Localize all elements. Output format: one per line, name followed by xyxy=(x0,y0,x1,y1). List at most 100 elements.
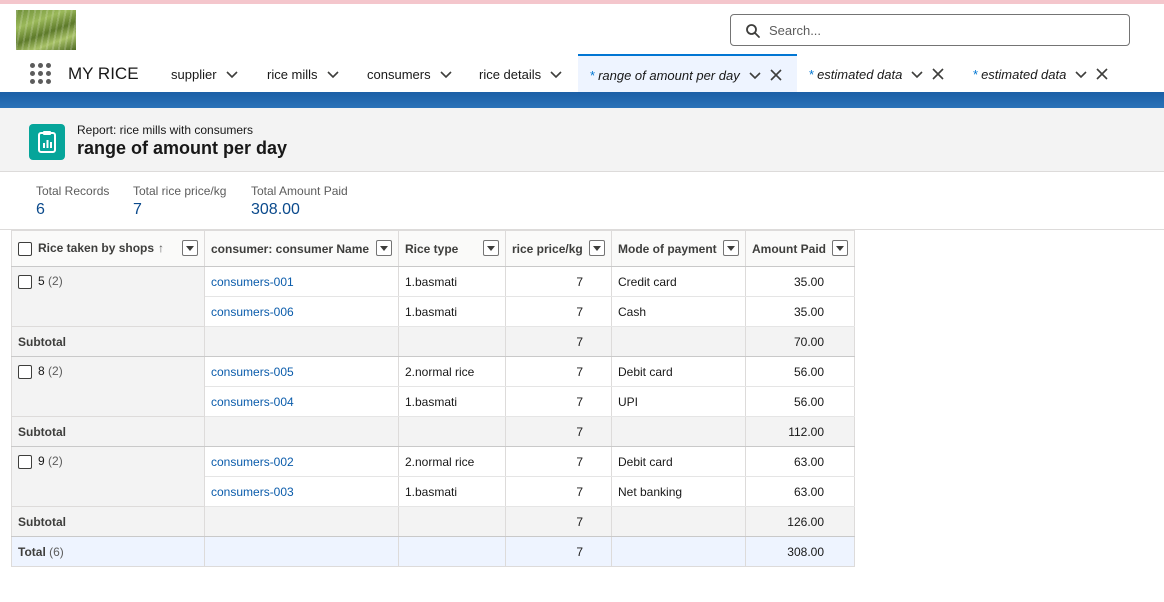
consumer-link[interactable]: consumers-004 xyxy=(211,395,294,409)
chevron-down-icon[interactable] xyxy=(225,67,239,81)
app-launcher-icon[interactable] xyxy=(30,63,52,85)
consumer-link[interactable]: consumers-002 xyxy=(211,455,294,469)
column-menu-button[interactable] xyxy=(832,240,848,256)
price-cell: 7 xyxy=(505,296,612,327)
payment-cell: Debit card xyxy=(611,446,746,477)
global-search[interactable]: Search... xyxy=(730,14,1130,46)
report-icon xyxy=(29,124,65,160)
amount-cell: 35.00 xyxy=(745,296,855,327)
column-menu-button[interactable] xyxy=(483,240,499,256)
column-label: Mode of payment xyxy=(618,241,717,256)
summary-label: Total Records xyxy=(36,184,110,198)
unsaved-marker: * xyxy=(809,66,815,82)
subtotal-price: 7 xyxy=(505,506,612,537)
column-header-rice-price[interactable]: rice price/kg xyxy=(505,230,612,267)
sort-ascending-icon[interactable]: ↑ xyxy=(158,241,164,255)
top-accent-line xyxy=(0,0,1164,4)
nav-tab-label: consumers xyxy=(367,66,431,82)
chevron-down-icon[interactable] xyxy=(910,67,924,81)
unsaved-marker: * xyxy=(973,66,979,82)
group-cell: 9 (2) xyxy=(11,446,205,507)
subtotal-row: Subtotal 7 70.00 xyxy=(11,326,855,357)
nav-tab-rice-details[interactable]: rice details xyxy=(479,54,563,94)
consumer-link[interactable]: consumers-003 xyxy=(211,485,294,499)
column-label: Amount Paid xyxy=(752,241,826,256)
chevron-down-icon[interactable] xyxy=(1074,67,1088,81)
rice-type-cell: 2.normal rice xyxy=(398,356,506,387)
subtotal-row: Subtotal 7 126.00 xyxy=(11,506,855,537)
price-cell: 7 xyxy=(505,386,612,417)
summary-value: 308.00 xyxy=(251,201,300,218)
column-label: Rice taken by shops xyxy=(38,241,155,256)
subtotal-amount: 112.00 xyxy=(745,416,855,447)
column-menu-button[interactable] xyxy=(182,240,198,256)
nav-tab-label: supplier xyxy=(171,66,217,82)
column-header-consumer-name[interactable]: consumer: consumer Name xyxy=(204,230,399,267)
nav-tab-supplier[interactable]: supplier xyxy=(171,54,239,94)
column-menu-button[interactable] xyxy=(589,240,605,256)
subtotal-label: Subtotal xyxy=(11,326,205,357)
nav-tab-label: range of amount per day xyxy=(598,67,740,83)
total-cell: Total (6) xyxy=(11,536,205,567)
amount-cell: 63.00 xyxy=(745,476,855,507)
chevron-down-icon[interactable] xyxy=(748,68,762,82)
table-header-row: Rice taken by shops ↑ consumer: consumer … xyxy=(11,230,855,267)
group-value: 9 xyxy=(38,454,45,468)
report-header: Report: rice mills with consumers range … xyxy=(0,108,1164,172)
subtotal-row: Subtotal 7 112.00 xyxy=(11,416,855,447)
nav-tab-label: rice mills xyxy=(267,66,318,82)
price-cell: 7 xyxy=(505,446,612,477)
group-count: (2) xyxy=(48,364,63,378)
payment-cell: Debit card xyxy=(611,356,746,387)
group-cell: 8 (2) xyxy=(11,356,205,417)
group-value: 5 xyxy=(38,274,45,288)
consumer-link[interactable]: consumers-006 xyxy=(211,305,294,319)
chevron-down-icon[interactable] xyxy=(326,67,340,81)
group-checkbox[interactable] xyxy=(18,454,32,469)
column-menu-button[interactable] xyxy=(723,240,739,256)
chevron-down-icon[interactable] xyxy=(549,67,563,81)
group-count: (2) xyxy=(48,274,63,288)
column-header-amount-paid[interactable]: Amount Paid xyxy=(745,230,855,267)
chevron-down-icon[interactable] xyxy=(439,67,453,81)
consumer-link[interactable]: consumers-005 xyxy=(211,365,294,379)
column-menu-button[interactable] xyxy=(376,240,392,256)
column-label: Rice type xyxy=(405,241,459,256)
report-subtitle: Report: rice mills with consumers xyxy=(77,123,254,137)
column-header-mode-of-payment[interactable]: Mode of payment xyxy=(611,230,746,267)
close-icon[interactable] xyxy=(932,68,944,80)
payment-cell: Net banking xyxy=(611,476,746,507)
nav-tab-consumers[interactable]: consumers xyxy=(367,54,453,94)
group-checkbox[interactable] xyxy=(18,364,32,379)
nav-tab-rice-mills[interactable]: rice mills xyxy=(267,54,340,94)
group-value: 8 xyxy=(38,364,45,378)
rice-type-cell: 1.basmati xyxy=(398,296,506,327)
select-all-checkbox[interactable] xyxy=(18,241,32,256)
subtotal-label: Subtotal xyxy=(11,416,205,447)
summary-label: Total Amount Paid xyxy=(251,184,348,198)
nav-tab-label: estimated data xyxy=(981,66,1067,82)
amount-cell: 56.00 xyxy=(745,356,855,387)
nav-tab-estimated-data[interactable]: * estimated data xyxy=(809,54,944,94)
column-label: consumer: consumer Name xyxy=(211,241,370,256)
table-row: 8 (2) consumers-005 2.normal rice 7 Debi… xyxy=(11,356,855,417)
summary-label: Total rice price/kg xyxy=(133,184,227,198)
column-header-rice-type[interactable]: Rice type xyxy=(398,230,506,267)
consumer-link[interactable]: consumers-001 xyxy=(211,275,294,289)
column-label: rice price/kg xyxy=(512,241,583,256)
close-icon[interactable] xyxy=(770,69,782,81)
group-cell: 5 (2) xyxy=(11,266,205,327)
rice-type-cell: 1.basmati xyxy=(398,266,506,297)
nav-tab-estimated-data-2[interactable]: * estimated data xyxy=(973,54,1108,94)
summary-value: 6 xyxy=(36,201,45,218)
close-icon[interactable] xyxy=(1096,68,1108,80)
summary-total-records: Total Records 6 xyxy=(36,184,109,219)
column-header-rice-taken[interactable]: Rice taken by shops ↑ xyxy=(11,230,205,267)
app-logo xyxy=(16,10,76,50)
table-row: 5 (2) consumers-001 1.basmati 7 Credit c… xyxy=(11,266,855,327)
group-checkbox[interactable] xyxy=(18,274,32,289)
total-label: Total xyxy=(18,544,46,559)
price-cell: 7 xyxy=(505,476,612,507)
nav-tab-range-of-amount-per-day[interactable]: * range of amount per day xyxy=(578,54,797,94)
subtotal-price: 7 xyxy=(505,326,612,357)
